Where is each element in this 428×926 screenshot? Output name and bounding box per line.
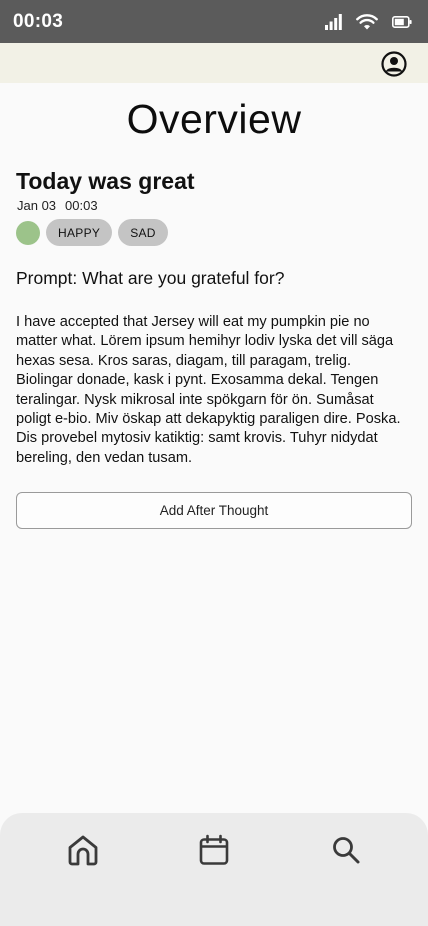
entry-title: Today was great <box>16 168 195 194</box>
tag-happy[interactable]: HAPPY <box>46 219 113 246</box>
mood-indicator <box>16 220 40 245</box>
battery-icon <box>392 15 412 28</box>
calendar-icon <box>198 834 230 871</box>
cellular-signal-icon <box>325 13 342 30</box>
home-icon <box>66 833 100 872</box>
entry-date: Jan 03 <box>17 198 57 213</box>
status-icons <box>325 13 412 30</box>
profile-button[interactable] <box>381 51 407 77</box>
add-after-thought-button[interactable]: Add After Thought <box>16 492 412 529</box>
nav-home-button[interactable] <box>65 834 101 870</box>
app-bar <box>0 43 428 83</box>
status-time: 00:03 <box>13 10 64 32</box>
status-bar: 00:03 <box>0 0 428 43</box>
entry-meta: Jan 03 00:03 <box>17 198 98 213</box>
wifi-icon <box>356 13 378 30</box>
entry-prompt: Prompt: What are you grateful for? <box>16 268 285 288</box>
mood-row: HAPPY SAD <box>16 219 168 246</box>
nav-calendar-button[interactable] <box>196 834 232 870</box>
entry-time: 00:03 <box>65 198 98 213</box>
overview-screen: 00:03 Overview Today was great Jan 03 00… <box>0 0 428 926</box>
search-icon <box>331 835 361 870</box>
tag-sad[interactable]: SAD <box>118 219 168 246</box>
page-title: Overview <box>126 96 302 142</box>
entry-body: I have accepted that Jersey will eat my … <box>16 314 401 466</box>
account-circle-icon <box>381 51 407 81</box>
bottom-nav <box>0 813 428 926</box>
nav-search-button[interactable] <box>328 834 364 870</box>
